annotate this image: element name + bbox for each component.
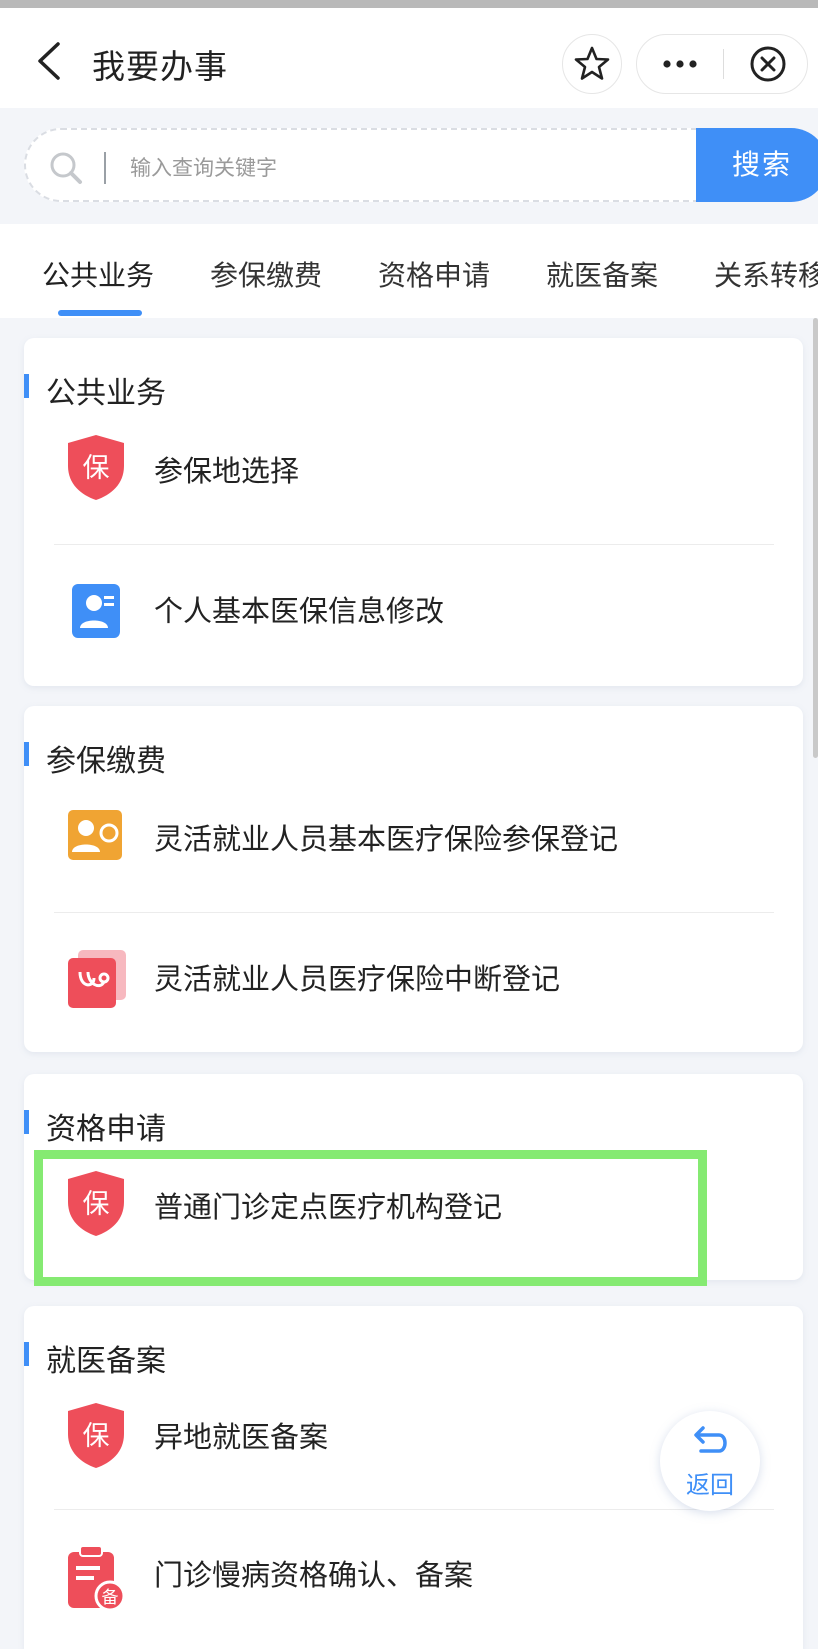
- search-bar: 输入查询关键字 搜索: [0, 108, 818, 224]
- back-arrow-icon[interactable]: [30, 38, 70, 84]
- tab-public-services[interactable]: 公共业务: [42, 254, 154, 294]
- clipboard-bei-icon: 备: [68, 1545, 126, 1612]
- favorite-button[interactable]: [562, 34, 622, 94]
- active-tab-indicator: [58, 310, 142, 316]
- service-item[interactable]: 备 门诊慢病资格确认、备案: [24, 1512, 803, 1648]
- search-input[interactable]: 输入查询关键字: [24, 128, 704, 202]
- section-marker: [24, 1342, 29, 1366]
- return-label: 返回: [686, 1471, 734, 1499]
- divider: [54, 1509, 774, 1510]
- section-marker: [24, 1110, 29, 1134]
- search-box: 输入查询关键字 搜索: [24, 128, 818, 202]
- section-card-qualification: 资格申请 保 普通门诊定点医疗机构登记: [24, 1074, 803, 1280]
- item-label: 参保地选择: [154, 454, 300, 488]
- tab-insurance-payment[interactable]: 参保缴费: [210, 254, 322, 294]
- section-marker: [24, 742, 29, 766]
- status-strip: [0, 0, 818, 8]
- category-tabs: 公共业务 参保缴费 资格申请 就医备案 关系转移: [0, 224, 818, 318]
- more-dots-icon: [663, 60, 697, 68]
- item-label: 个人基本医保信息修改: [154, 594, 445, 628]
- search-button[interactable]: 搜索: [696, 128, 818, 202]
- service-item[interactable]: 灵活就业人员医疗保险中断登记: [24, 914, 803, 1050]
- service-item[interactable]: 个人基本医保信息修改: [24, 546, 803, 682]
- page-title: 我要办事: [92, 47, 228, 86]
- menu-capsule: [636, 34, 808, 94]
- star-icon: [574, 46, 610, 80]
- search-placeholder: 输入查询关键字: [130, 156, 277, 180]
- service-item[interactable]: 灵活就业人员基本医疗保险参保登记: [24, 768, 803, 904]
- divider: [54, 912, 774, 913]
- svg-text:备: 备: [102, 1588, 119, 1608]
- return-float-button[interactable]: 返回: [660, 1411, 760, 1511]
- search-icon: [50, 152, 82, 184]
- more-button[interactable]: [637, 35, 723, 93]
- item-label: 门诊慢病资格确认、备案: [154, 1558, 474, 1592]
- service-item[interactable]: 保 参保地选择: [24, 400, 803, 536]
- svg-text:保: 保: [83, 1421, 110, 1452]
- svg-text:保: 保: [83, 453, 110, 484]
- shield-bao-icon: 保: [68, 1403, 124, 1468]
- item-label: 普通门诊定点医疗机构登记: [154, 1190, 503, 1224]
- item-label: 异地就医备案: [154, 1420, 329, 1454]
- shield-bao-icon: 保: [68, 1171, 124, 1236]
- section-marker: [24, 374, 29, 398]
- section-card-public: 公共业务 保 参保地选择 个人基本医保信息修改: [24, 338, 803, 686]
- scrollbar[interactable]: [813, 318, 818, 758]
- id-card-icon: [72, 584, 120, 638]
- shield-bao-icon: 保: [68, 435, 124, 500]
- close-button[interactable]: [729, 35, 807, 93]
- section-card-payment: 参保缴费 灵活就业人员基本医疗保险参保登记 灵活就业人员医疗保险中断登记: [24, 706, 803, 1052]
- nav-header: 我要办事: [0, 8, 818, 108]
- capsule-divider: [723, 49, 724, 79]
- close-circle-icon: [750, 46, 786, 82]
- tab-medical-filing[interactable]: 就医备案: [546, 254, 658, 294]
- return-arrow-icon: [694, 1426, 727, 1453]
- text-caret: [104, 152, 106, 184]
- tab-qualification[interactable]: 资格申请: [378, 254, 490, 294]
- person-register-icon: [68, 810, 122, 860]
- item-label: 灵活就业人员医疗保险中断登记: [154, 962, 561, 996]
- service-item[interactable]: 保 普通门诊定点医疗机构登记: [24, 1136, 803, 1272]
- stethoscope-icon: [68, 950, 126, 1008]
- tab-relation-transfer[interactable]: 关系转移: [714, 254, 818, 294]
- item-label: 灵活就业人员基本医疗保险参保登记: [154, 822, 619, 856]
- svg-text:保: 保: [83, 1189, 110, 1220]
- divider: [54, 544, 774, 545]
